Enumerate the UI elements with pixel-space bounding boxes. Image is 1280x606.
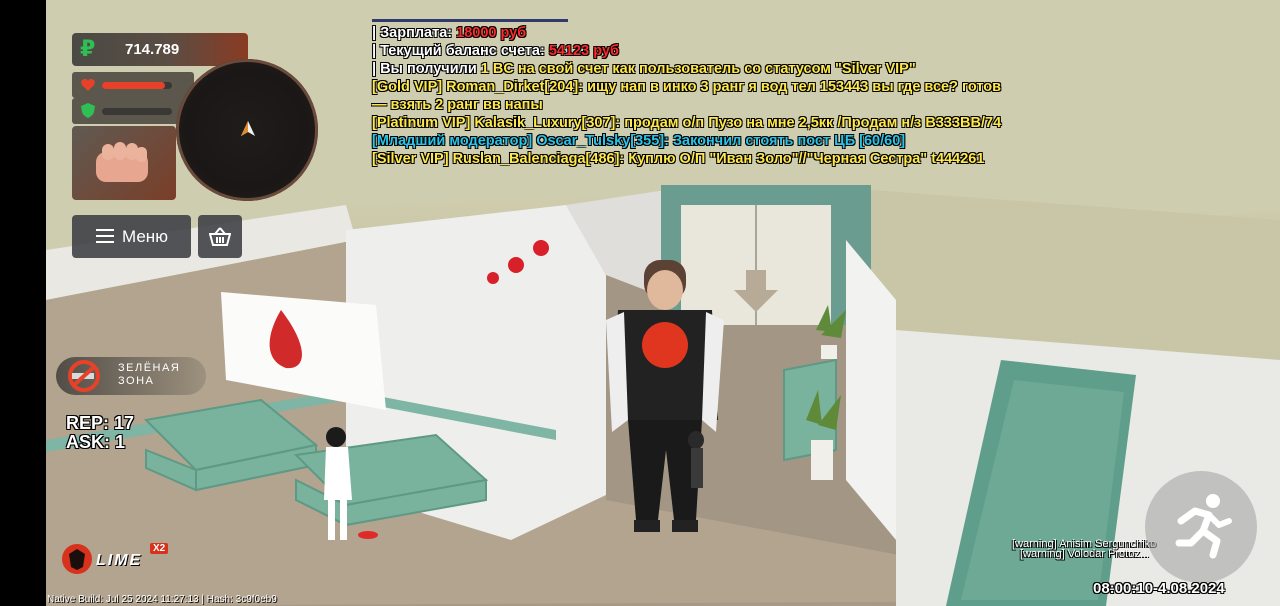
warning-text: Volodar Protoz... [1064,548,1150,560]
server-logo: LIME X2 [60,542,180,578]
menu-label: Меню [122,227,168,246]
chat-line: [Platinum VIP] Kalasik_Luxury[307]: прод… [372,114,1112,132]
running-man-icon [1175,494,1232,559]
chat-line: [Gold VIP] Roman_Dirket[204]: ищу нап в … [372,78,1112,96]
money-value: 714.789 [125,41,180,58]
green-zone-badge: ЗЕЛЁНАЯ ЗОНА [56,357,206,395]
no-weapons-icon [68,360,100,392]
chat-segment: | Вы получили [372,61,481,77]
chat-segment: [Gold VIP] Roman_Dirket[204]: ищу нап в … [372,79,1002,95]
rep-ask-panel: REP: 17 ASK: 1 [66,414,134,452]
chat-segment: 54123 руб [548,43,619,59]
chat-log: | Зарплата: 18000 руб | Текущий баланс сч… [372,24,1112,168]
chat-segment: | Текущий баланс счета: [372,43,549,59]
chat-line: [Младший модератор] Oscar_Tulsky[355]: З… [372,132,1112,150]
minimap-radar[interactable] [176,59,318,201]
ruble-icon: ₽ [80,37,96,62]
logo-text: LIME [96,552,143,569]
hamburger-icon [96,229,114,243]
logo-badge: X2 [150,543,169,554]
fist-icon [96,142,148,182]
chat-segment: [Silver VIP] Ruslan_Balenciaga[486]: Куп… [372,151,985,167]
chat-divider [372,19,568,22]
lion-logo-icon [62,544,92,574]
chat-line: — взять 2 ранг вв напы [372,96,1112,114]
chat-segment: на свой счет как пользователь со статусо… [513,61,916,77]
chat-segment: 1 BC [480,61,514,77]
chat-segment: [Младший модератор] Oscar_Tulsky[355]: З… [372,133,906,149]
basket-icon [209,227,231,246]
health-bar [72,72,194,98]
chat-line: [Silver VIP] Ruslan_Balenciaga[486]: Куп… [372,150,1112,168]
zone-label-2: ЗОНА [118,375,155,387]
chat-line: | Вы получили 1 BC на свой счет как поль… [372,60,1112,78]
heart-icon [81,79,95,91]
warning-prefix: [warning] [1020,548,1065,560]
chat-line: | Текущий баланс счета: 54123 руб [372,42,1112,60]
health-fill [102,82,165,89]
shield-icon [81,103,95,118]
player-arrow-icon [241,121,255,136]
chat-segment: — взять 2 ранг вв напы [372,97,543,113]
left-letterbox [0,0,46,606]
menu-button[interactable]: Меню [72,215,191,258]
chat-segment: | Зарплата: [372,25,457,41]
ask-value: ASK: 1 [66,432,126,452]
warning-line-2: [warning] Volodar Protoz... [1020,548,1149,560]
chat-segment: 18000 руб [456,25,527,41]
weapon-slot[interactable] [72,126,176,200]
chat-line: | Зарплата: 18000 руб [372,24,1112,42]
zone-label-1: ЗЕЛЁНАЯ [118,362,181,374]
chat-segment: [Platinum VIP] Kalasik_Luxury[307]: прод… [372,115,1002,131]
server-clock: 08:00:10-4.08.2024 [1093,580,1225,597]
money-panel: ₽ 714.789 [72,33,248,66]
shop-button[interactable] [198,215,242,258]
build-info: Native Build: Jul 25 2024 11:27:13 | Has… [47,594,277,605]
game-screen: ₽ 714.789 Меню ЗЕЛЁНАЯ ЗОНА REP: 17 ASK:… [0,0,1280,606]
sprint-button[interactable] [1145,471,1257,583]
rep-value: REP: 17 [66,413,135,433]
